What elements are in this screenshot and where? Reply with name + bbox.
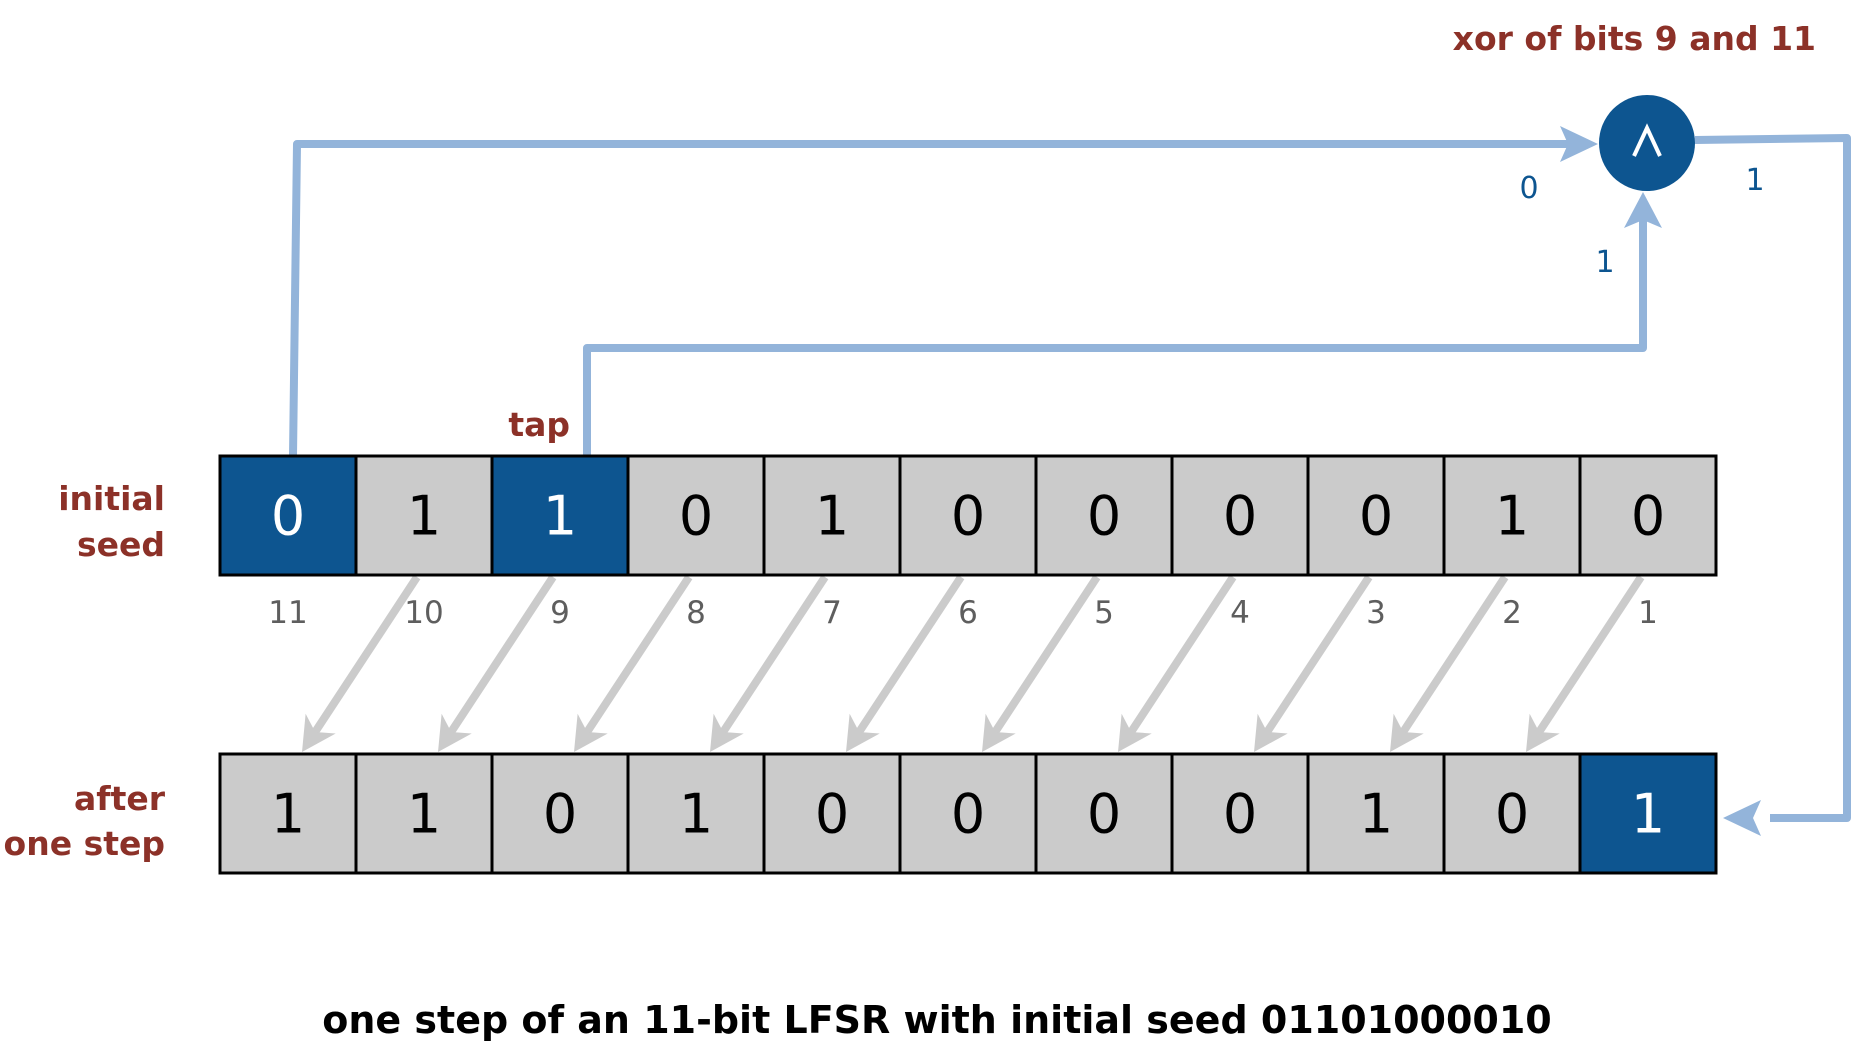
after-step-bit-value: 1	[407, 783, 441, 846]
after-step-cell: 0	[1170, 752, 1310, 875]
initial-seed-bit-value: 1	[815, 485, 849, 548]
bit11-to-xor-wire	[289, 140, 1570, 457]
initial-seed-cell: 1	[354, 454, 494, 577]
bit-index: 2	[1502, 595, 1522, 631]
after-step-cell: 0	[490, 752, 630, 875]
shift-arrow-line	[1126, 574, 1237, 736]
bit-index: 9	[550, 595, 570, 631]
after-step-cell: 1	[218, 752, 358, 875]
bit-index: 3	[1366, 595, 1386, 631]
initial-seed-cell: 0	[626, 454, 766, 577]
xor-circle	[1599, 95, 1695, 191]
shift-arrow-line	[310, 574, 421, 736]
xor-output-value: 1	[1745, 163, 1764, 198]
initial-seed-bit-value: 1	[1495, 485, 1529, 548]
after-step-cell: 1	[626, 752, 766, 875]
bit-index: 8	[686, 595, 706, 631]
initial-seed-cell: 1	[762, 454, 902, 577]
initial-seed-cell: 0	[1170, 454, 1310, 577]
shift-arrow-line	[990, 574, 1101, 736]
shift-arrow-line	[718, 574, 829, 736]
after-step-bit-value: 0	[1087, 783, 1121, 846]
after-step-bit-value: 1	[1359, 783, 1393, 846]
initial-seed-bit-value: 0	[1223, 485, 1257, 548]
tap-label: tap	[508, 405, 570, 444]
initial-seed-bit-value: 0	[271, 485, 305, 548]
after-row-label-line1: after	[74, 779, 166, 818]
initial-seed-bit-value: 0	[1359, 485, 1393, 548]
shift-arrow-line	[1398, 574, 1509, 736]
initial-seed-bit-value: 0	[951, 485, 985, 548]
initial-seed-cell: 0	[1306, 454, 1446, 577]
after-step-cell: 0	[1442, 752, 1582, 875]
shift-arrow-line	[1534, 574, 1645, 736]
after-step-cell: 0	[1034, 752, 1174, 875]
shift-arrow-line	[854, 574, 965, 736]
xor-title: xor of bits 9 and 11	[1453, 19, 1816, 58]
after-step-cell: 1	[1306, 752, 1446, 875]
initial-seed-cell: 1	[490, 454, 630, 577]
initial-seed-cell: 0	[218, 454, 358, 577]
initial-row-label-line2: seed	[77, 525, 165, 564]
initial-seed-bit-value: 0	[679, 485, 713, 548]
after-step-cell: 1	[354, 752, 494, 875]
xor-output-feedback-wire	[1694, 134, 1851, 822]
after-step-bit-value: 0	[1495, 783, 1529, 846]
feedback-arrowhead	[1723, 800, 1761, 836]
after-row-label-line2: one step	[4, 824, 165, 863]
initial-row-label-line1: initial	[58, 479, 165, 518]
after-step-bit-value: 1	[271, 783, 305, 846]
after-step-bit-value: 0	[543, 783, 577, 846]
initial-seed-bit-value: 0	[1631, 485, 1665, 548]
bit-index: 7	[822, 595, 842, 631]
after-step-cell: 0	[898, 752, 1038, 875]
bit-index: 6	[958, 595, 978, 631]
shift-arrow-line	[1262, 574, 1373, 736]
bit11-wire-value: 0	[1519, 171, 1538, 206]
bit-index: 1	[1638, 595, 1658, 631]
after-step-bit-value: 0	[815, 783, 849, 846]
after-step-cell: 1	[1578, 752, 1718, 875]
bit-index-labels: 11 10 9 8 7 6 5 4 3 2 1	[268, 595, 1658, 631]
initial-seed-bit-value: 1	[543, 485, 577, 548]
bit-index: 4	[1230, 595, 1250, 631]
xor-gate	[1599, 95, 1695, 191]
tap-bit9-to-xor-wire	[583, 218, 1647, 456]
shift-arrow-line	[446, 574, 557, 736]
bit-index: 10	[404, 595, 443, 631]
initial-seed-bit-value: 0	[1087, 485, 1121, 548]
shift-arrow-line	[582, 574, 693, 736]
bit-index: 11	[268, 595, 307, 631]
bit9-wire-value: 1	[1595, 245, 1614, 280]
after-step-cell: 0	[762, 752, 902, 875]
figure-caption: one step of an 11-bit LFSR with initial …	[322, 998, 1551, 1042]
bit-index: 5	[1094, 595, 1114, 631]
initial-seed-cell: 1	[1442, 454, 1582, 577]
lfsr-diagram: xor of bits 9 and 11 tap 0 1 1 initial s…	[4, 19, 1851, 1042]
initial-seed-cell: 0	[1034, 454, 1174, 577]
after-one-step-register: 1 1 0 1 0 0 0 0 1 0 1	[218, 752, 1718, 875]
initial-seed-cell: 0	[898, 454, 1038, 577]
initial-seed-bit-value: 1	[407, 485, 441, 548]
after-step-bit-value: 1	[1631, 783, 1665, 846]
initial-seed-cell: 0	[1578, 454, 1718, 577]
after-step-bit-value: 1	[679, 783, 713, 846]
initial-seed-register: 0 1 1 0 1 0 0 0 0 1 0	[218, 454, 1718, 577]
after-step-bit-value: 0	[1223, 783, 1257, 846]
after-step-bit-value: 0	[951, 783, 985, 846]
